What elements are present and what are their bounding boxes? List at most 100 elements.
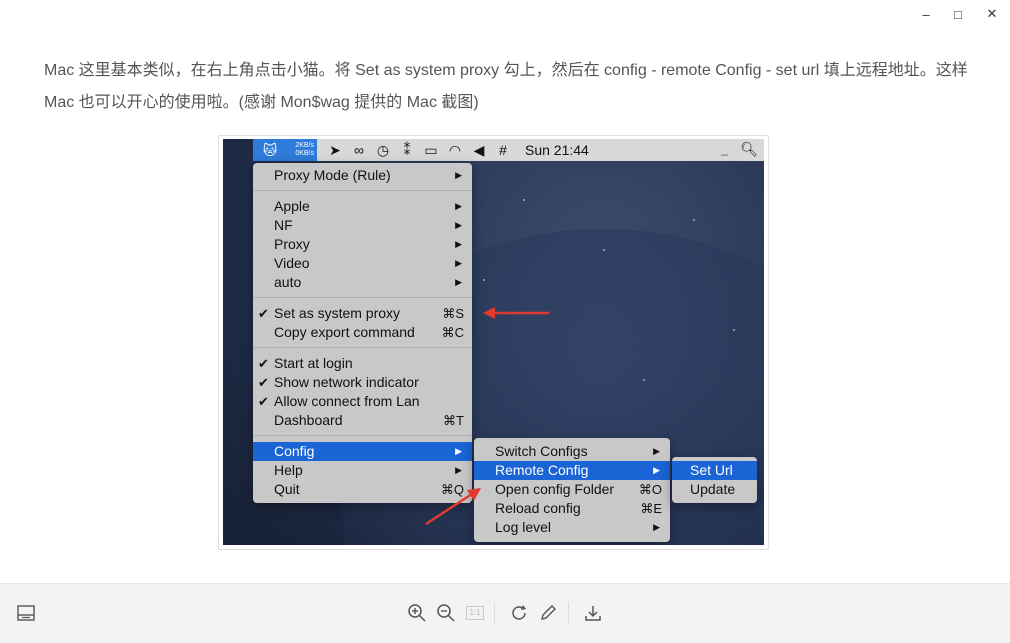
- menu-item-dashboard[interactable]: Dashboard ⌘T: [253, 411, 472, 430]
- description-paragraph: Mac 这里基本类似，在右上角点击小猫。将 Set as system prox…: [44, 62, 968, 111]
- submenu-arrow-icon: ▶: [653, 446, 660, 456]
- star: [733, 329, 735, 331]
- menu-item-label: Reload config: [495, 500, 581, 516]
- volume-icon[interactable]: ◀: [467, 142, 491, 159]
- menu-item-allow-connect-from-lan[interactable]: ✔ Allow connect from Lan: [253, 392, 472, 411]
- menu-item-label: Set Url: [690, 462, 733, 478]
- menu-item-nf[interactable]: NF ▶: [253, 216, 472, 235]
- menu-item-video[interactable]: Video ▶: [253, 254, 472, 273]
- viewer-toolbar: 1:1: [0, 583, 1010, 643]
- shortcut-label: ⌘S: [442, 306, 464, 321]
- menu-item-help[interactable]: Help ▶: [253, 461, 472, 480]
- menubar-clock: Sun 21:44: [525, 142, 589, 158]
- bluetooth-icon[interactable]: ⁑: [395, 142, 419, 159]
- menu-item-remote-config[interactable]: Remote Config ▶: [474, 461, 670, 480]
- wifi-icon[interactable]: ◠: [443, 142, 467, 159]
- submenu-arrow-icon: ▶: [653, 522, 660, 532]
- menu-item-auto[interactable]: auto ▶: [253, 273, 472, 292]
- menu-item-label: Open config Folder: [495, 481, 615, 497]
- menu-item-set-system-proxy[interactable]: ✔ Set as system proxy ⌘S: [253, 304, 472, 323]
- rotate-icon[interactable]: [507, 601, 531, 625]
- submenu-arrow-icon: ▶: [455, 239, 462, 249]
- creative-cloud-icon[interactable]: ∞: [347, 142, 371, 158]
- menu-separator: [253, 435, 472, 436]
- menu-item-start-at-login[interactable]: ✔ Start at login: [253, 354, 472, 373]
- submenu-arrow-icon: ▶: [653, 465, 660, 475]
- menu-item-switch-configs[interactable]: Switch Configs ▶: [474, 442, 670, 461]
- minimize-button[interactable]: –: [911, 3, 941, 25]
- menu-item-label: Help: [274, 462, 303, 478]
- annotation-arrow-system-proxy: [483, 307, 549, 319]
- menu-item-log-level[interactable]: Log level ▶: [474, 518, 670, 537]
- menu-separator: [253, 190, 472, 191]
- clashx-main-menu: Proxy Mode (Rule) ▶ Apple ▶ NF ▶ Proxy ▶: [253, 163, 472, 503]
- menu-item-label: Start at login: [274, 355, 353, 371]
- speed-up: 2KB/s: [295, 142, 314, 149]
- menu-item-config[interactable]: Config ▶: [253, 442, 472, 461]
- menu-item-label: Update: [690, 481, 736, 497]
- mac-menubar: 🐱 2KB/s 0KB/s ➤ ∞ ◷ ⁑ ▭ ◠ ◀ # Sun 21:44 …: [253, 139, 764, 161]
- menu-item-label: Apple: [274, 198, 310, 214]
- star: [523, 199, 525, 201]
- menu-item-label: Set as system proxy: [274, 305, 401, 321]
- zoom-in-icon[interactable]: [405, 601, 429, 625]
- zoom-out-icon[interactable]: [434, 601, 458, 625]
- menu-item-label: Dashboard: [274, 412, 343, 428]
- toolbar-divider: [494, 602, 495, 624]
- shortcut-label: ⌘C: [441, 325, 464, 340]
- edit-icon[interactable]: [536, 601, 560, 625]
- toolbar-divider: [568, 602, 569, 624]
- close-button[interactable]: ✕: [977, 3, 1007, 25]
- time-machine-icon[interactable]: ◷: [371, 142, 395, 159]
- menu-item-copy-export-command[interactable]: Copy export command ⌘C: [253, 323, 472, 342]
- content-area: Mac 这里基本类似，在右上角点击小猫。将 Set as system prox…: [0, 28, 1010, 583]
- actual-size-icon[interactable]: 1:1: [463, 601, 487, 625]
- checkmark-icon: ✔: [258, 356, 269, 371]
- checkmark-icon: ✔: [258, 375, 269, 390]
- menu-separator: [253, 297, 472, 298]
- spotlight-search-icon[interactable]: 🔍︎: [740, 141, 758, 158]
- airplay-icon[interactable]: ▭: [419, 142, 443, 159]
- menu-item-label: Proxy: [274, 236, 310, 252]
- submenu-arrow-icon: ▶: [455, 446, 462, 456]
- submenu-arrow-icon: ▶: [455, 258, 462, 268]
- menu-item-label: Allow connect from Lan: [274, 393, 420, 409]
- submenu-arrow-icon: ▶: [455, 277, 462, 287]
- menubar-divider: _: [721, 142, 728, 156]
- menu-item-open-config-folder[interactable]: Open config Folder ⌘O: [474, 480, 670, 499]
- clashx-cat-icon[interactable]: 🐱: [253, 139, 287, 161]
- menu-item-label: Proxy Mode (Rule): [274, 167, 391, 183]
- submenu-arrow-icon: ▶: [455, 220, 462, 230]
- star: [693, 219, 695, 221]
- star: [603, 249, 605, 251]
- menu-item-label: NF: [274, 217, 293, 233]
- title-bar: – □ ✕: [0, 0, 1010, 28]
- star: [643, 379, 645, 381]
- menu-item-proxy[interactable]: Proxy ▶: [253, 235, 472, 254]
- menu-item-label: Config: [274, 443, 315, 459]
- actual-size-label: 1:1: [466, 606, 484, 620]
- menu-item-label: Show network indicator: [274, 374, 419, 390]
- menu-item-update[interactable]: Update: [672, 480, 757, 499]
- shortcut-label: ⌘T: [443, 413, 464, 428]
- telegram-icon[interactable]: ➤: [323, 142, 347, 159]
- input-method-icon[interactable]: #: [491, 142, 515, 158]
- submenu-arrow-icon: ▶: [455, 465, 462, 475]
- menu-item-label: Remote Config: [495, 462, 589, 478]
- menu-item-set-url[interactable]: Set Url: [672, 461, 757, 480]
- maximize-button[interactable]: □: [943, 3, 973, 25]
- menu-item-proxy-mode[interactable]: Proxy Mode (Rule) ▶: [253, 166, 472, 185]
- download-icon[interactable]: [581, 601, 605, 625]
- layout-icon[interactable]: [14, 601, 38, 625]
- config-submenu: Switch Configs ▶ Remote Config ▶ Open co…: [474, 438, 670, 542]
- menu-item-show-network-indicator[interactable]: ✔ Show network indicator: [253, 373, 472, 392]
- menu-item-label: auto: [274, 274, 302, 290]
- menu-item-label: Copy export command: [274, 324, 415, 340]
- embedded-screenshot: 🐱 2KB/s 0KB/s ➤ ∞ ◷ ⁑ ▭ ◠ ◀ # Sun 21:44 …: [218, 135, 769, 550]
- menu-item-label: Switch Configs: [495, 443, 588, 459]
- menu-item-apple[interactable]: Apple ▶: [253, 197, 472, 216]
- menu-item-reload-config[interactable]: Reload config ⌘E: [474, 499, 670, 518]
- checkmark-icon: ✔: [258, 306, 269, 321]
- shortcut-label: ⌘E: [640, 501, 662, 516]
- remote-config-submenu: Set Url Update: [672, 457, 757, 503]
